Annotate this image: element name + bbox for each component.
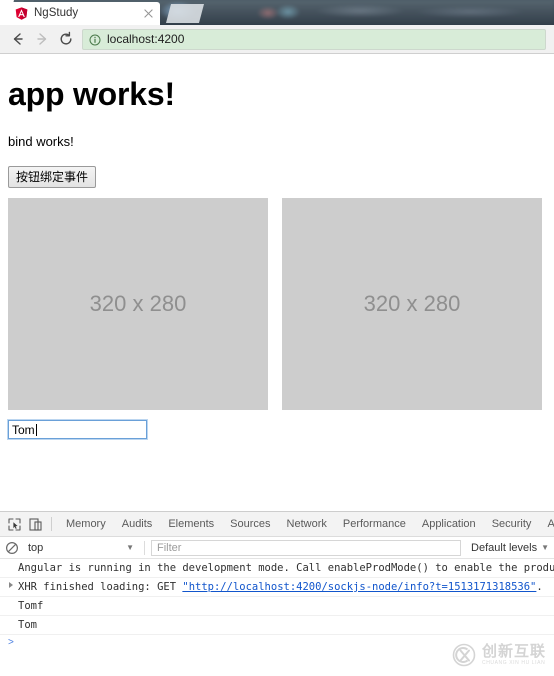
image-placeholder: 320 x 280 <box>8 198 268 411</box>
console-message-text: XHR finished loading: GET <box>18 581 183 593</box>
back-arrow-icon[interactable] <box>6 27 30 51</box>
inspect-element-icon[interactable] <box>5 515 24 534</box>
image-placeholder-row: 320 x 280 320 x 280 <box>8 198 546 411</box>
address-bar[interactable]: localhost:4200 <box>82 28 546 50</box>
name-input-value: Tom <box>12 422 35 437</box>
devtools-tab-elements[interactable]: Elements <box>160 512 222 536</box>
devtools-tab-audits[interactable]: Audits <box>114 512 161 536</box>
console-toolbar: top ▼ Filter Default levels ▼ <box>0 537 554 559</box>
toolbar-divider <box>144 540 145 555</box>
console-message-text: Tomf <box>18 600 44 612</box>
console-message[interactable]: XHR finished loading: GET "http://localh… <box>0 578 554 597</box>
devtools-tab-sources[interactable]: Sources <box>222 512 278 536</box>
console-message: Tomf <box>0 597 554 616</box>
close-icon[interactable] <box>142 7 155 20</box>
event-binding-button[interactable]: 按钮绑定事件 <box>8 166 97 189</box>
tab-strip: NgStudy <box>0 0 554 25</box>
console-message-text: Angular is running in the development mo… <box>18 562 554 574</box>
console-filter-input[interactable]: Filter <box>151 539 462 556</box>
devtools-tab-application[interactable]: Application <box>414 512 484 536</box>
reload-icon[interactable] <box>54 27 78 51</box>
angular-logo-icon <box>15 7 28 20</box>
chevron-down-icon: ▼ <box>541 542 549 552</box>
prompt-chevron-icon: > <box>8 637 14 648</box>
text-caret <box>35 423 37 436</box>
console-message: Tom <box>0 616 554 635</box>
devtools-tab-performance[interactable]: Performance <box>335 512 414 536</box>
console-message-text: Tom <box>18 619 37 631</box>
app-root: app works! bind works! 按钮绑定事件 320 x 280 … <box>0 55 554 441</box>
chevron-down-icon: ▼ <box>126 542 134 552</box>
address-bar-url: localhost:4200 <box>107 32 185 46</box>
page-viewport: app works! bind works! 按钮绑定事件 320 x 280 … <box>0 55 554 511</box>
devtools-tab-network[interactable]: Network <box>279 512 335 536</box>
browser-toolbar: localhost:4200 <box>0 25 554 54</box>
expand-arrow-icon[interactable] <box>9 582 13 588</box>
browser-tab[interactable]: NgStudy <box>8 2 160 25</box>
console-context-value: top <box>28 541 44 554</box>
console-message-suffix: . <box>536 581 543 593</box>
page-title: app works! <box>8 76 175 112</box>
devtools-tab-memory[interactable]: Memory <box>58 512 114 536</box>
clear-console-icon[interactable] <box>5 541 19 555</box>
cx-logo-icon <box>451 642 477 668</box>
name-input[interactable]: Tom <box>7 419 148 441</box>
device-toolbar-icon[interactable] <box>26 515 45 534</box>
watermark-cn: 创新互联 <box>481 643 546 660</box>
bind-text: bind works! <box>8 134 74 150</box>
devtools-tab-bar: Memory Audits Elements Sources Network P… <box>0 512 554 537</box>
devtools-tab-security[interactable]: Security <box>484 512 540 536</box>
console-context-select[interactable]: top ▼ <box>28 542 138 554</box>
devtools-tab-augury[interactable]: Augury <box>539 512 554 536</box>
watermark: 创新互联 CHUANG XIN HU LIAN <box>451 642 546 668</box>
watermark-en: CHUANG XIN HU LIAN <box>481 660 546 666</box>
forward-arrow-icon <box>30 27 54 51</box>
browser-window: NgStudy localhost:4200 app works! bind w… <box>0 0 554 676</box>
new-tab-button[interactable] <box>166 4 204 23</box>
info-circle-icon[interactable] <box>89 33 101 46</box>
watermark-text: 创新互联 CHUANG XIN HU LIAN <box>482 644 546 666</box>
tab-title: NgStudy <box>34 7 79 19</box>
console-levels-select[interactable]: Default levels ▼ <box>471 542 549 554</box>
devtools-panel: Memory Audits Elements Sources Network P… <box>0 511 554 676</box>
console-message-link[interactable]: "http://localhost:4200/sockjs-node/info?… <box>182 581 536 593</box>
console-levels-label: Default levels <box>471 541 538 554</box>
console-message: Angular is running in the development mo… <box>0 559 554 578</box>
toolbar-separator <box>51 517 52 531</box>
image-placeholder: 320 x 280 <box>282 198 542 411</box>
